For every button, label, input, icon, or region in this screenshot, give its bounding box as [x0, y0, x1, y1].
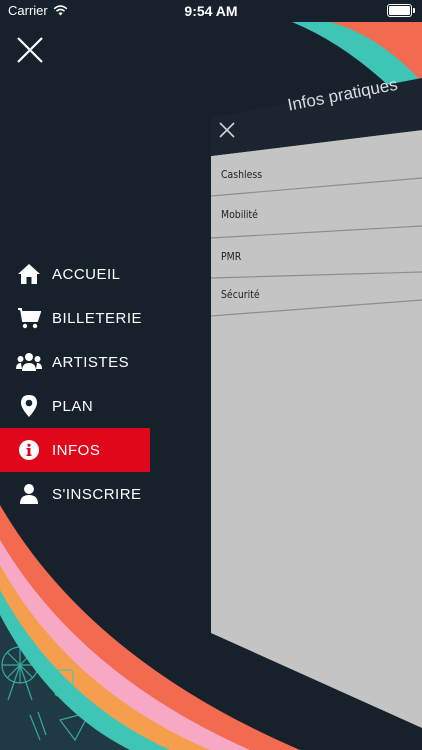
- menu-item-sinscrire[interactable]: S'INSCRIRE: [0, 472, 150, 516]
- battery-icon: [387, 4, 415, 17]
- info-row-securite[interactable]: Sécurité: [211, 278, 422, 318]
- menu-label-accueil: ACCUEIL: [52, 265, 121, 283]
- close-icon: [17, 37, 43, 63]
- cart-icon: [16, 305, 42, 331]
- panel-close-button[interactable]: [217, 120, 237, 140]
- menu-label-infos: INFOS: [52, 441, 101, 459]
- menu-item-plan[interactable]: PLAN: [0, 384, 150, 428]
- close-icon: [219, 122, 235, 138]
- side-menu: ACCUEIL BILLETERIE ARTISTES PLAN INFOS S…: [0, 252, 150, 516]
- menu-item-artistes[interactable]: ARTISTES: [0, 340, 150, 384]
- infos-panel: Infos pratiques Cashless Mobilité PMR Sé…: [211, 75, 422, 728]
- menu-label-sinscrire: S'INSCRIRE: [52, 485, 142, 503]
- info-row-pmr[interactable]: PMR: [211, 238, 422, 278]
- menu-item-accueil[interactable]: ACCUEIL: [0, 252, 150, 296]
- info-row-label: Sécurité: [221, 288, 260, 301]
- info-row-label: Mobilité: [221, 208, 258, 221]
- menu-label-plan: PLAN: [52, 397, 94, 415]
- users-icon: [16, 349, 42, 375]
- menu-item-billeterie[interactable]: BILLETERIE: [0, 296, 150, 340]
- info-row-mobilite[interactable]: Mobilité: [211, 196, 422, 236]
- info-row-label: Cashless: [221, 168, 263, 181]
- info-row-cashless[interactable]: Cashless: [211, 156, 422, 196]
- menu-label-artistes: ARTISTES: [52, 353, 130, 371]
- status-bar: Carrier 9:54 AM: [0, 0, 422, 24]
- info-row-label: PMR: [221, 250, 242, 263]
- close-menu-button[interactable]: [14, 34, 46, 66]
- home-icon: [16, 261, 42, 287]
- info-icon: [16, 437, 42, 463]
- status-time: 9:54 AM: [184, 3, 238, 19]
- menu-label-billeterie: BILLETERIE: [52, 309, 143, 327]
- map-pin-icon: [16, 393, 42, 419]
- menu-item-infos[interactable]: INFOS: [0, 428, 150, 472]
- user-icon: [16, 481, 42, 507]
